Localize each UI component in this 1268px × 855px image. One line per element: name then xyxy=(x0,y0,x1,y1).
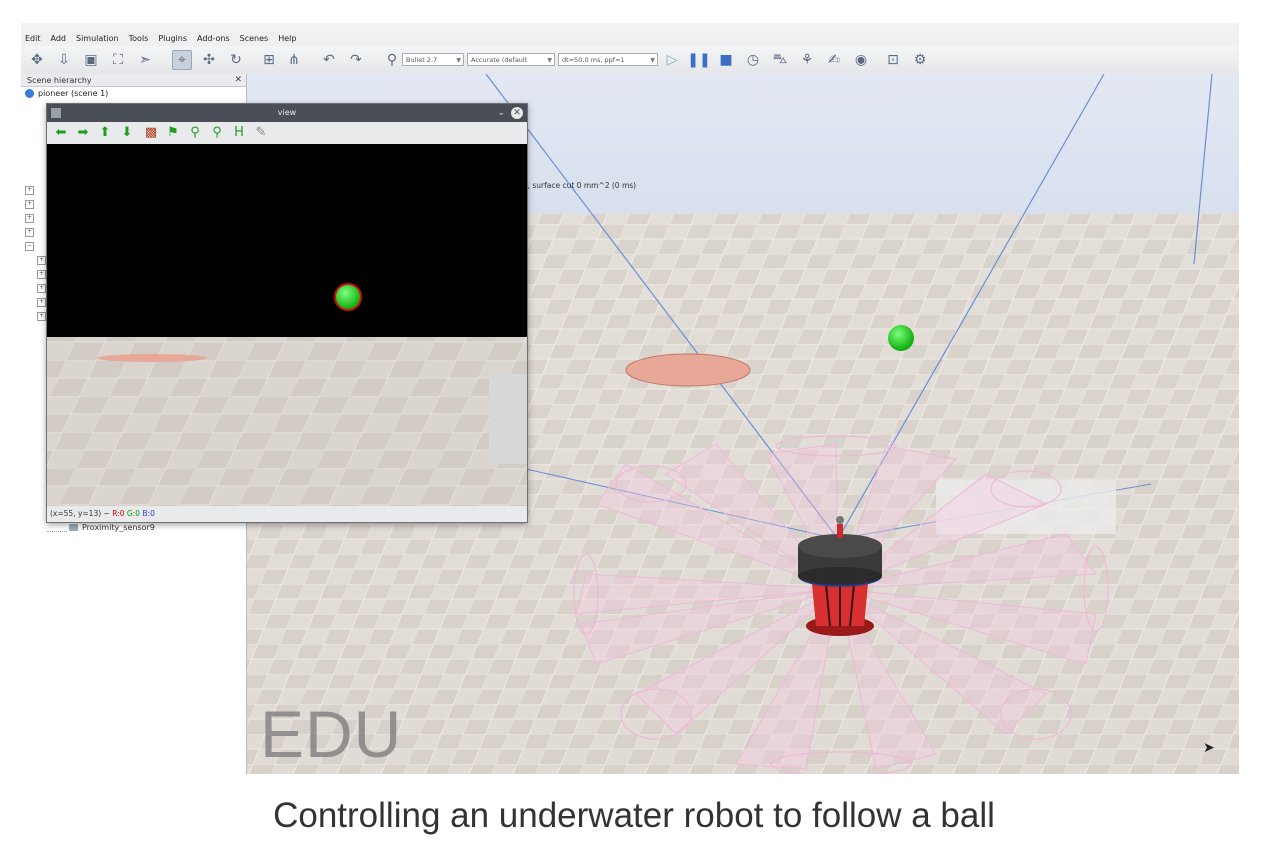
camera-view-icon[interactable]: ◉ xyxy=(851,50,871,70)
tree-expand-icon[interactable]: + xyxy=(37,284,46,293)
view-window-title: view xyxy=(277,108,297,117)
timestep-select[interactable]: dt=50.0 ms, ppf=1 ▼ xyxy=(558,53,658,66)
play-icon[interactable]: ▷ xyxy=(662,50,682,70)
camera-render xyxy=(47,144,527,506)
menu-simulation[interactable]: Simulation xyxy=(76,34,119,43)
rotate-camera-icon[interactable]: ⇩ xyxy=(54,50,74,70)
page-selector-icon[interactable]: ⊡ xyxy=(883,50,903,70)
arrow-up-icon[interactable]: ⬆ xyxy=(97,125,113,141)
scene-root-icon xyxy=(25,89,34,98)
edu-watermark: EDU xyxy=(260,697,403,771)
chevron-down-icon: ▼ xyxy=(547,57,552,64)
tree-connector xyxy=(47,531,67,532)
model-browser-icon[interactable]: ⚙ xyxy=(910,50,930,70)
accuracy-select[interactable]: Accurate (default ▼ xyxy=(467,53,555,66)
hierarchy-root[interactable]: pioneer (scene 1) xyxy=(25,89,108,98)
close-icon[interactable]: ✕ xyxy=(511,107,523,119)
save-icon[interactable]: H xyxy=(231,125,247,141)
menu-addons[interactable]: Add-ons xyxy=(197,34,230,43)
engine-settings-icon[interactable]: ⚲ xyxy=(382,50,402,70)
status-green: G:0 xyxy=(126,509,141,518)
engine-select[interactable]: Bullet 2.7 ▼ xyxy=(402,53,464,66)
realtime-icon[interactable]: ◷ xyxy=(743,50,763,70)
view-window[interactable]: view ⌄ ✕ ⬅ ➡ ⬆ ⬇ ▩ ⚑ ⚲ ⚲ H ✎ (x=55, y=13… xyxy=(46,103,528,523)
wall-object xyxy=(489,374,527,464)
zoom-in-icon[interactable]: ⚲ xyxy=(187,125,203,141)
view-toolbar: ⬅ ➡ ⬆ ⬇ ▩ ⚑ ⚲ ⚲ H ✎ xyxy=(47,122,527,144)
redo-icon[interactable]: ↷ xyxy=(346,50,366,70)
tree-expand-icon[interactable]: + xyxy=(25,228,34,237)
hierarchy-item-label: Proximity_sensor9 xyxy=(82,523,155,532)
target-disc xyxy=(625,353,751,387)
fit-view-icon[interactable]: ▣ xyxy=(81,50,101,70)
chevron-down-icon[interactable]: ⌄ xyxy=(497,104,505,122)
rotate-icon[interactable]: ↻ xyxy=(226,50,246,70)
scene-info-text: s: 0, surface cut 0 mm^2 (0 ms) xyxy=(514,181,637,190)
camera-image[interactable] xyxy=(47,144,527,506)
screenshot-area: Edit Add Simulation Tools Plugins Add-on… xyxy=(21,23,1239,774)
view-window-titlebar[interactable]: view ⌄ ✕ xyxy=(47,104,527,122)
vehicle-icon[interactable]: ⛍ xyxy=(770,50,790,70)
stop-icon[interactable]: ■ xyxy=(716,50,736,70)
flag-icon[interactable]: ⚑ xyxy=(165,125,181,141)
tracked-ball xyxy=(334,283,362,311)
mouse-cursor-icon: ➤ xyxy=(1203,740,1215,756)
tree-expand-icon[interactable]: + xyxy=(25,186,34,195)
assemble-icon[interactable]: ⊞ xyxy=(259,50,279,70)
move-camera-icon[interactable]: ✥ xyxy=(27,50,47,70)
select-icon[interactable]: ⌖ xyxy=(172,50,192,70)
translate-icon[interactable]: ✣ xyxy=(199,50,219,70)
tree-collapse-icon[interactable]: − xyxy=(25,242,34,251)
status-blue: B:0 xyxy=(142,509,155,518)
window-title-bar xyxy=(21,23,1239,30)
tree-expand-icon[interactable]: + xyxy=(37,270,46,279)
visualization-icon[interactable]: ✍ xyxy=(824,50,844,70)
tree-expand-icon[interactable]: + xyxy=(37,312,46,321)
menu-bar: Edit Add Simulation Tools Plugins Add-on… xyxy=(21,30,1239,46)
menu-scenes[interactable]: Scenes xyxy=(240,34,269,43)
proximity-sensor-icon xyxy=(69,524,78,531)
transfer-dna-icon[interactable]: ⋔ xyxy=(284,50,304,70)
status-red: R:0 xyxy=(112,509,125,518)
chevron-down-icon: ▼ xyxy=(456,57,461,64)
arrow-left-icon[interactable]: ⬅ xyxy=(53,125,69,141)
menu-edit[interactable]: Edit xyxy=(25,34,41,43)
app-icon xyxy=(51,108,61,118)
zoom-out-icon[interactable]: ⚲ xyxy=(209,125,225,141)
arrow-down-icon[interactable]: ⬇ xyxy=(119,125,135,141)
green-ball xyxy=(888,325,914,351)
scene-hierarchy-header: Scene hierarchy ✕ xyxy=(21,74,246,87)
pause-icon[interactable]: ❚❚ xyxy=(687,50,710,70)
main-toolbar: ✥ ⇩ ▣ ⛶ ➣ ⌖ ✣ ↻ ⊞ ⋔ ↶ ↷ ⚲ Bullet 2.7 ▼ Ac… xyxy=(21,46,1239,75)
tree-expand-icon[interactable]: + xyxy=(37,256,46,265)
menu-help[interactable]: Help xyxy=(278,34,296,43)
menu-tools[interactable]: Tools xyxy=(129,34,149,43)
thread-icon[interactable]: ⚘ xyxy=(797,50,817,70)
fly-icon[interactable]: ➣ xyxy=(135,50,155,70)
tree-expand-icon[interactable]: + xyxy=(25,200,34,209)
view-status-bar: (x=55, y=13) ~ R:0 G:0 B:0 xyxy=(47,506,527,522)
tree-expand-icon[interactable]: + xyxy=(25,214,34,223)
chevron-down-icon: ▼ xyxy=(650,57,655,64)
caption: Controlling an underwater robot to follo… xyxy=(273,796,995,835)
tree-expand-icon[interactable]: + xyxy=(37,298,46,307)
undo-icon[interactable]: ↶ xyxy=(319,50,339,70)
scene-hierarchy-title: Scene hierarchy xyxy=(27,76,92,85)
settings-icon[interactable]: ✎ xyxy=(253,125,269,141)
menu-add[interactable]: Add xyxy=(51,34,67,43)
menu-plugins[interactable]: Plugins xyxy=(158,34,187,43)
image-icon[interactable]: ▩ xyxy=(143,125,159,141)
hierarchy-item[interactable]: Proximity_sensor9 xyxy=(69,523,155,532)
close-icon[interactable]: ✕ xyxy=(234,74,242,87)
hierarchy-root-label: pioneer (scene 1) xyxy=(38,89,109,98)
arrow-right-icon[interactable]: ➡ xyxy=(75,125,91,141)
status-coordinates: (x=55, y=13) ~ xyxy=(50,509,113,518)
target-disc xyxy=(97,354,207,362)
zoom-icon[interactable]: ⛶ xyxy=(108,50,128,70)
